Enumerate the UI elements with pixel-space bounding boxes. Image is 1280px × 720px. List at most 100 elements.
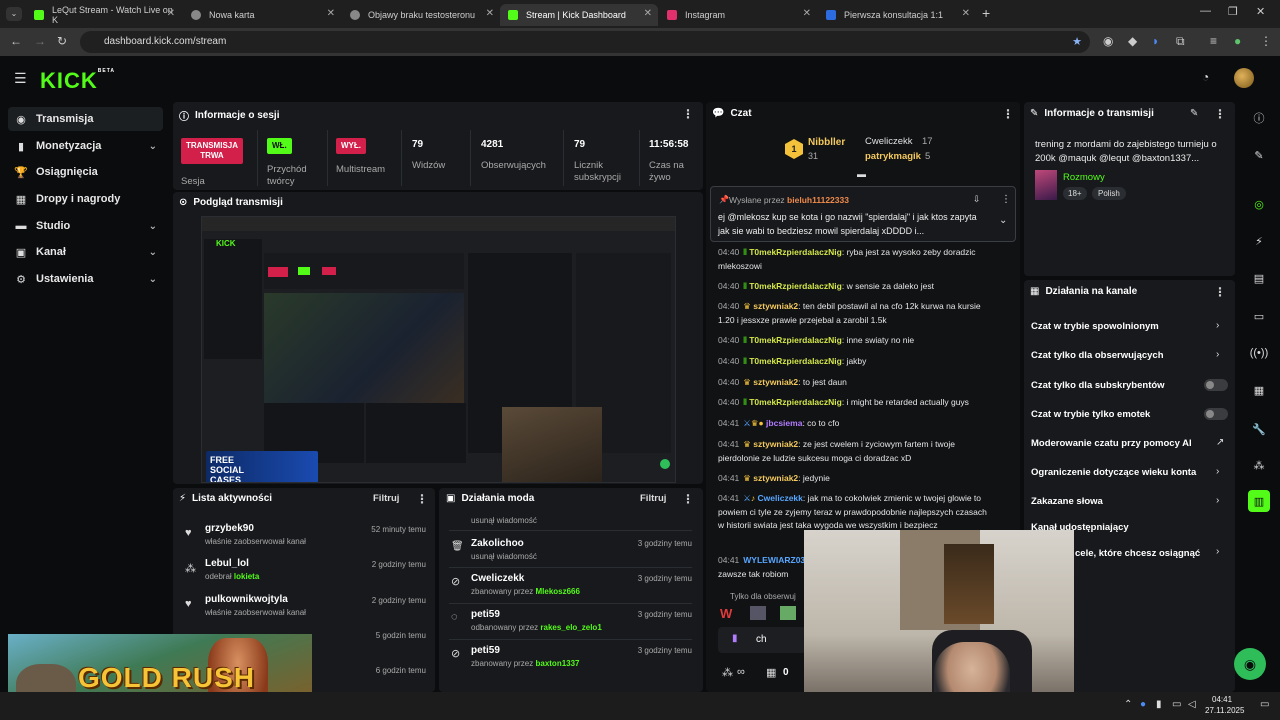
star-icon[interactable]: ★ [1072,35,1082,48]
close-icon[interactable]: ✕ [803,8,811,19]
tray-volume-icon[interactable]: ◁ [1188,699,1196,710]
media-icon[interactable]: ≡ [1210,34,1217,48]
mod-action-user[interactable]: Zakolichoo [471,538,524,549]
mod-filter-button[interactable]: Filtruj [640,493,666,504]
tab-list-button[interactable]: ⌄ [6,7,22,21]
mod-action-user[interactable]: peti59 [471,645,500,656]
extension-icon[interactable]: ◉ [1103,34,1113,48]
menu-icon[interactable]: ⋮ [1260,34,1272,48]
target-icon[interactable]: ◎ [1248,193,1270,215]
kick-logo[interactable]: KICKBETA [40,68,115,94]
minimize-button[interactable]: — [1200,5,1211,17]
reload-icon[interactable]: ↻ [57,34,67,48]
more-options-icon[interactable]: ⋮ [682,492,694,506]
action-account-age[interactable]: Ograniczenie dotyczące wieku konta [1031,467,1196,478]
browser-tab-kick-dashboard[interactable]: Stream | Kick Dashboard ✕ [500,4,658,26]
taskbar-time[interactable]: 04:41 [1212,695,1232,704]
chevron-right-icon[interactable]: › [1216,546,1219,557]
browser-tab-instagram[interactable]: Instagram ✕ [659,4,817,26]
category-thumbnail[interactable] [1035,170,1057,200]
leader-first-name[interactable]: Nibbller [808,137,845,148]
points-icon[interactable]: ⁂ [722,666,733,679]
taskbar-date[interactable]: 27.11.2025 [1205,706,1244,715]
address-bar[interactable]: dashboard.kick.com/stream ★ [80,31,1090,53]
creator-revenue-badge[interactable]: WŁ. [267,138,292,154]
action-ai-moderation[interactable]: Moderowanie czatu przy pomocy AI [1031,438,1192,449]
broadcast-icon[interactable]: ((•)) [1248,342,1270,364]
gift-icon[interactable]: ▦ [766,666,776,679]
sidebar-item-osiagniecia[interactable]: 🏆 Osiągnięcia [8,160,163,184]
profile-icon[interactable]: ● [1234,34,1241,48]
collapse-icon[interactable]: ▬ [857,169,866,179]
tray-chevron-icon[interactable]: ⌃ [1124,699,1132,710]
close-icon[interactable]: ✕ [167,8,175,19]
category-name[interactable]: Rozmowy [1063,172,1105,183]
more-options-icon[interactable]: ⋮ [682,107,694,121]
browser-tab-lequt[interactable]: LeQut Stream - Watch Live on K ✕ [26,4,181,26]
extension-icon[interactable]: ◗ [1152,34,1159,48]
extension-icon[interactable]: ◆ [1128,34,1137,48]
more-options-icon[interactable]: ⋮ [1002,107,1014,121]
more-options-icon[interactable]: ⋮ [416,492,428,506]
activity-filter-button[interactable]: Filtruj [373,493,399,504]
unpin-icon[interactable]: ⇩ [973,194,981,205]
forward-icon[interactable]: → [34,34,46,48]
browser-tab-objawy[interactable]: Objawy braku testosteronu ✕ [342,4,500,26]
more-options-icon[interactable]: ⋮ [1001,194,1011,205]
wrench-icon[interactable]: 🔧 [1248,418,1270,440]
action-followers-only[interactable]: Czat tylko dla obserwujących [1031,350,1164,361]
emote-icon[interactable] [750,606,766,620]
activity-user[interactable]: Lebul_lol [205,558,249,569]
emote-w-icon[interactable]: W [720,606,732,621]
new-tab-button[interactable]: + [982,5,990,21]
chat-input[interactable]: ▮ ch [718,627,806,653]
chevron-right-icon[interactable]: › [1216,466,1219,477]
sidebar-item-transmisja[interactable]: ◉ Transmisja [8,107,163,131]
leader-third-name[interactable]: patrykmagik [865,151,921,162]
close-icon[interactable]: ✕ [644,8,652,19]
close-icon[interactable]: ✕ [327,8,335,19]
points-icon[interactable]: ⁂ [1248,454,1270,476]
sidebar-item-ustawienia[interactable]: ⚙ Ustawienia ⌄ [8,267,163,291]
tray-network-icon[interactable]: ▭ [1172,699,1181,710]
support-chat-button[interactable]: ◉ [1234,648,1266,680]
chevron-right-icon[interactable]: › [1216,349,1219,360]
avatar[interactable] [1234,68,1254,88]
sidebar-item-studio[interactable]: ▬ Studio ⌄ [8,214,163,238]
chevron-down-icon[interactable]: ⌄ [999,215,1007,226]
action-slow-mode[interactable]: Czat w trybie spowolnionym [1031,321,1159,332]
mod-action-user[interactable]: peti59 [471,609,500,620]
lightning-icon[interactable]: ⚡ [1248,230,1270,252]
edit-icon[interactable]: ✎ [1190,108,1198,119]
mod-action-user[interactable]: Cweliczekk [471,573,524,584]
more-options-icon[interactable]: ⋮ [1214,107,1226,121]
sidebar-item-monetyzacja[interactable]: ▮ Monetyzacja ⌄ [8,134,163,158]
external-link-icon[interactable]: ↗ [1216,437,1224,448]
chat-icon[interactable]: ▭ [1248,305,1270,327]
activity-user[interactable]: grzybek90 [205,523,254,534]
clapper-icon[interactable]: ▥ [1248,490,1270,512]
hamburger-icon[interactable]: ☰ [14,70,27,87]
help-icon[interactable]: ◔ [1202,70,1209,84]
leader-second-name[interactable]: Cweliczekk [865,136,913,147]
close-icon[interactable]: ✕ [962,8,970,19]
notification-icon[interactable]: ▭ [1260,699,1269,710]
activity-user[interactable]: pulkownikwojtyla [205,594,288,605]
back-icon[interactable]: ← [10,34,22,48]
clipboard-icon[interactable]: ▤ [1248,267,1270,289]
emote-only-toggle[interactable] [1204,408,1228,420]
stream-preview-video[interactable]: KICK FREE SOCIAL CASES [201,216,676,483]
tray-mic-icon[interactable]: ▮ [1156,699,1162,710]
grid-icon[interactable]: ▦ [1248,379,1270,401]
edit-icon[interactable]: ✎ [1248,144,1270,166]
close-window-button[interactable]: ✕ [1256,5,1265,18]
subscribers-only-toggle[interactable] [1204,379,1228,391]
pinned-message[interactable]: 📌 Wysłane przez bieluh11122333 ⇩ ⋮ ej @m… [710,186,1016,242]
browser-tab-konsultacja[interactable]: Pierwsza konsultacja 1:1 ✕ [818,4,976,26]
tray-app-icon[interactable]: ● [1140,699,1146,710]
chevron-right-icon[interactable]: › [1216,495,1219,506]
sidebar-item-kanal[interactable]: ▣ Kanał ⌄ [8,240,163,264]
browser-tab-new[interactable]: Nowa karta ✕ [183,4,341,26]
action-goals[interactable]: cele, które chcesz osiągnąć [1075,548,1200,559]
chevron-right-icon[interactable]: › [1216,320,1219,331]
